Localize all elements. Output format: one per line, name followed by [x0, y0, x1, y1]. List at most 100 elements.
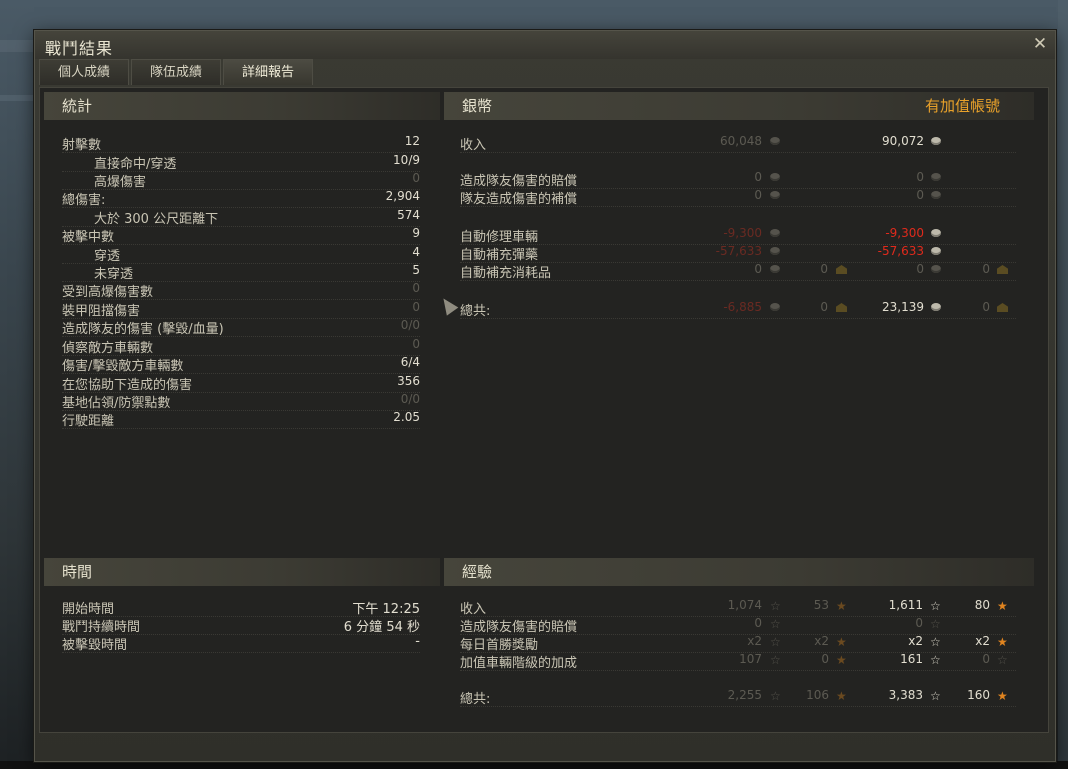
credit-row: 收入 60,048 90,072	[460, 134, 1016, 153]
credit-icon	[931, 191, 941, 199]
credit-icon	[931, 247, 941, 255]
time-value: 下午 12:25	[352, 602, 420, 617]
row-divider	[460, 280, 1016, 281]
credit-icon	[770, 191, 780, 199]
time-row: 戰鬥持續時間 6 分鐘 54 秒	[62, 616, 420, 635]
stat-label: 基地佔領/防禦點數	[62, 396, 171, 411]
free-xp-star-icon: ★	[836, 689, 847, 703]
stat-value: 0	[412, 300, 420, 314]
tab-bar: 個人成績 隊伍成績 詳細報告	[39, 59, 315, 85]
credit-icon	[770, 173, 780, 181]
free-xp-premium-value: 0	[982, 652, 990, 666]
credit-premium-value: 0	[916, 170, 924, 184]
credits-heading: 銀幣	[462, 97, 493, 115]
credit-basic-value: 60,048	[720, 134, 762, 148]
xp-label: 造成隊友傷害的賠償	[460, 620, 578, 635]
credit-label: 自動補充消耗品	[460, 266, 552, 281]
stat-row: 未穿透 5	[62, 263, 420, 282]
credit-row: 造成隊友傷害的賠償 0 0	[460, 170, 1016, 189]
stat-label: 總傷害:	[62, 193, 106, 208]
credit-basic-value: -6,885	[723, 300, 762, 314]
free-xp-star-icon: ☆	[997, 653, 1008, 667]
free-xp-basic-value: 53	[813, 598, 829, 612]
credit-icon	[931, 137, 941, 145]
stat-value: 4	[412, 245, 420, 259]
xp-star-icon: ☆	[930, 599, 941, 613]
stat-label: 直接命中/穿透	[94, 157, 177, 172]
credit-label: 自動補充彈藥	[460, 248, 539, 263]
stat-row: 在您協助下造成的傷害 356	[62, 374, 420, 393]
stat-row: 基地佔領/防禦點數 0/0	[62, 392, 420, 411]
time-row: 開始時間 下午 12:25	[62, 598, 420, 617]
stat-row: 偵察敵方車輛數 0	[62, 337, 420, 356]
xp-row: 加值車輛階級的加成 107 ☆ 0 ★ 161 ☆ 0 ☆	[460, 652, 1016, 671]
stat-row: 大於 300 公尺距離下 574	[62, 208, 420, 227]
stat-value: 6/4	[400, 355, 420, 369]
battle-results-window: 戰鬥結果 ✕ 個人成績 隊伍成績 詳細報告 統計 射擊數 12 直接命中/穿透 10/…	[34, 30, 1056, 762]
stat-value: 356	[397, 374, 420, 388]
xp-star-icon: ☆	[770, 635, 781, 649]
credit-icon	[931, 303, 941, 311]
xp-basic-value: 0	[754, 616, 762, 630]
close-icon[interactable]: ✕	[1031, 35, 1049, 53]
credit-row: 自動補充消耗品 0 0 0 0	[460, 262, 1016, 281]
experience-panel: 經驗 收入 1,074 ☆ 53 ★ 1,611 ☆ 80 ★ 造成隊友傷害的賠償 0 ☆ 0 ☆ 每日首勝…	[444, 558, 1034, 728]
xp-label: 總共:	[460, 692, 491, 707]
gold-icon	[836, 265, 847, 274]
free-xp-premium-value: 160	[967, 688, 990, 702]
stat-label: 在您協助下造成的傷害	[62, 378, 193, 393]
gold-premium-value: 0	[982, 262, 990, 276]
window-titlebar[interactable]: 戰鬥結果 ✕	[35, 31, 1055, 59]
stat-row: 總傷害: 2,904	[62, 189, 420, 208]
stat-row: 被擊中數 9	[62, 226, 420, 245]
tab-personal[interactable]: 個人成績	[39, 59, 130, 85]
time-label: 開始時間	[62, 602, 115, 617]
gold-premium-value: 0	[982, 300, 990, 314]
gold-icon	[997, 265, 1008, 274]
stat-value: 0/0	[400, 392, 420, 406]
xp-label: 收入	[460, 602, 487, 617]
stat-value: 5	[412, 263, 420, 277]
credit-premium-value: 0	[916, 188, 924, 202]
row-divider	[460, 152, 1016, 153]
stat-row: 受到高爆傷害數 0	[62, 281, 420, 300]
xp-star-icon: ☆	[930, 635, 941, 649]
credit-row: 總共: -6,885 0 23,139 0	[460, 300, 1016, 319]
credit-premium-value: 23,139	[882, 300, 924, 314]
stat-row: 直接命中/穿透 10/9	[62, 153, 420, 172]
credit-premium-value: -57,633	[877, 244, 924, 258]
credit-premium-value: 90,072	[882, 134, 924, 148]
row-divider	[62, 652, 420, 653]
xp-star-icon: ☆	[930, 653, 941, 667]
credit-icon	[931, 173, 941, 181]
xp-row: 總共: 2,255 ☆ 106 ★ 3,383 ☆ 160 ★	[460, 688, 1016, 707]
gold-basic-value: 0	[820, 300, 828, 314]
xp-row: 造成隊友傷害的賠償 0 ☆ 0 ☆	[460, 616, 1016, 635]
tab-detailed-report[interactable]: 詳細報告	[223, 59, 314, 85]
credit-icon	[770, 303, 780, 311]
stat-value: 10/9	[393, 153, 420, 167]
stat-label: 射擊數	[62, 138, 102, 153]
gold-icon	[836, 303, 847, 312]
free-xp-basic-value: 106	[806, 688, 829, 702]
free-xp-star-icon: ★	[836, 635, 847, 649]
credit-label: 自動修理車輛	[460, 230, 539, 245]
tab-team[interactable]: 隊伍成績	[131, 59, 222, 85]
free-xp-premium-value: 80	[974, 598, 990, 612]
stat-label: 行駛距離	[62, 414, 115, 429]
stats-panel: 統計 射擊數 12 直接命中/穿透 10/9 高爆傷害 0 總傷害: 2,904 大於 300 …	[44, 92, 440, 512]
xp-basic-value: 1,074	[727, 598, 762, 612]
credits-panel: 銀幣 有加值帳號 收入 60,048 90,072 造成隊友傷害的賠償 0 0 隊友造成傷害…	[444, 92, 1034, 512]
credit-label: 隊友造成傷害的補償	[460, 192, 578, 207]
credit-basic-value: -57,633	[715, 244, 762, 258]
credit-icon	[770, 265, 780, 273]
stat-label: 裝甲阻擋傷害	[62, 304, 141, 319]
stat-row: 裝甲阻擋傷害 0	[62, 300, 420, 319]
xp-basic-value: 2,255	[727, 688, 762, 702]
xp-label: 加值車輛階級的加成	[460, 656, 578, 671]
stat-row: 射擊數 12	[62, 134, 420, 153]
time-panel: 時間 開始時間 下午 12:25 戰鬥持續時間 6 分鐘 54 秒被擊毀時間 -	[44, 558, 440, 728]
stat-value: 2.05	[393, 410, 420, 424]
stat-row: 行駛距離 2.05	[62, 410, 420, 429]
row-divider	[460, 670, 1016, 671]
